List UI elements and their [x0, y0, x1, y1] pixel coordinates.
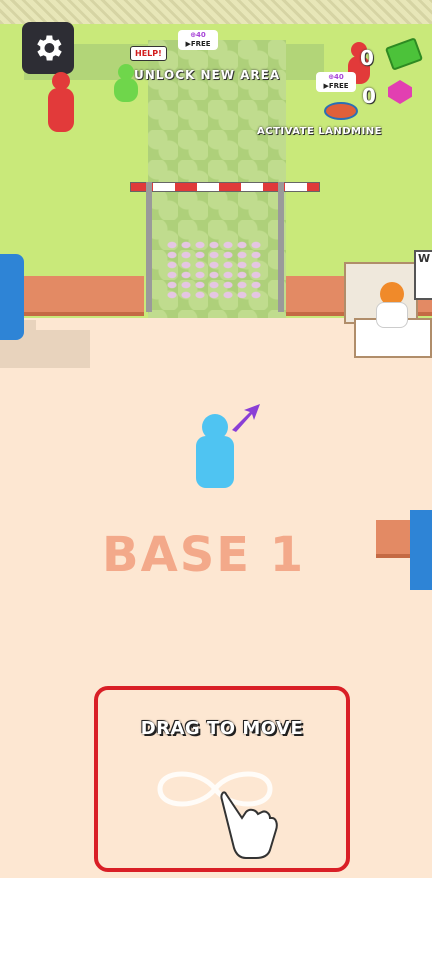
game-scene[interactable]: ⊕40 ▶FREE UNLOCK NEW AREA HELP! 0 ⊕40 ▶F…	[0, 0, 432, 878]
direction-arrow-icon	[232, 404, 260, 432]
pink-stones	[165, 240, 265, 300]
gate-barrier	[130, 182, 320, 192]
gate-post-right	[278, 182, 284, 312]
floor-tile	[30, 330, 90, 368]
help-bubble: HELP!	[130, 46, 167, 61]
unlock-free-badge[interactable]: ⊕40 ▶FREE	[178, 30, 218, 50]
gem-free-badge[interactable]: ⊕40 ▶FREE	[316, 72, 356, 92]
badge-free-label: ▶FREE	[185, 40, 211, 48]
right-stall[interactable]	[410, 510, 432, 590]
landmine-icon[interactable]	[324, 102, 358, 120]
badge-price: ⊕40	[190, 31, 206, 39]
gem-count: 0	[362, 84, 376, 108]
top-fence	[0, 0, 432, 24]
left-stall[interactable]	[0, 254, 24, 340]
dealer-body	[376, 302, 408, 328]
badge-free-label: ▶FREE	[323, 82, 349, 90]
badge-price: ⊕40	[328, 73, 344, 81]
tutorial-drag-area[interactable]: DRAG TO MOVE	[94, 686, 350, 872]
unlock-area-label: UNLOCK NEW AREA	[134, 68, 281, 82]
pointing-hand-icon	[220, 791, 278, 859]
cash-count: 0	[360, 46, 374, 70]
settings-button[interactable]	[22, 22, 74, 74]
gate-post-left	[146, 182, 152, 312]
activate-landmine-label[interactable]: ACTIVATE LANDMINE	[257, 126, 382, 137]
base-label: BASE 1	[102, 527, 306, 583]
gear-icon	[37, 35, 62, 61]
drag-instruction: DRAG TO MOVE	[140, 718, 304, 739]
shop-sign: W S	[414, 250, 432, 300]
